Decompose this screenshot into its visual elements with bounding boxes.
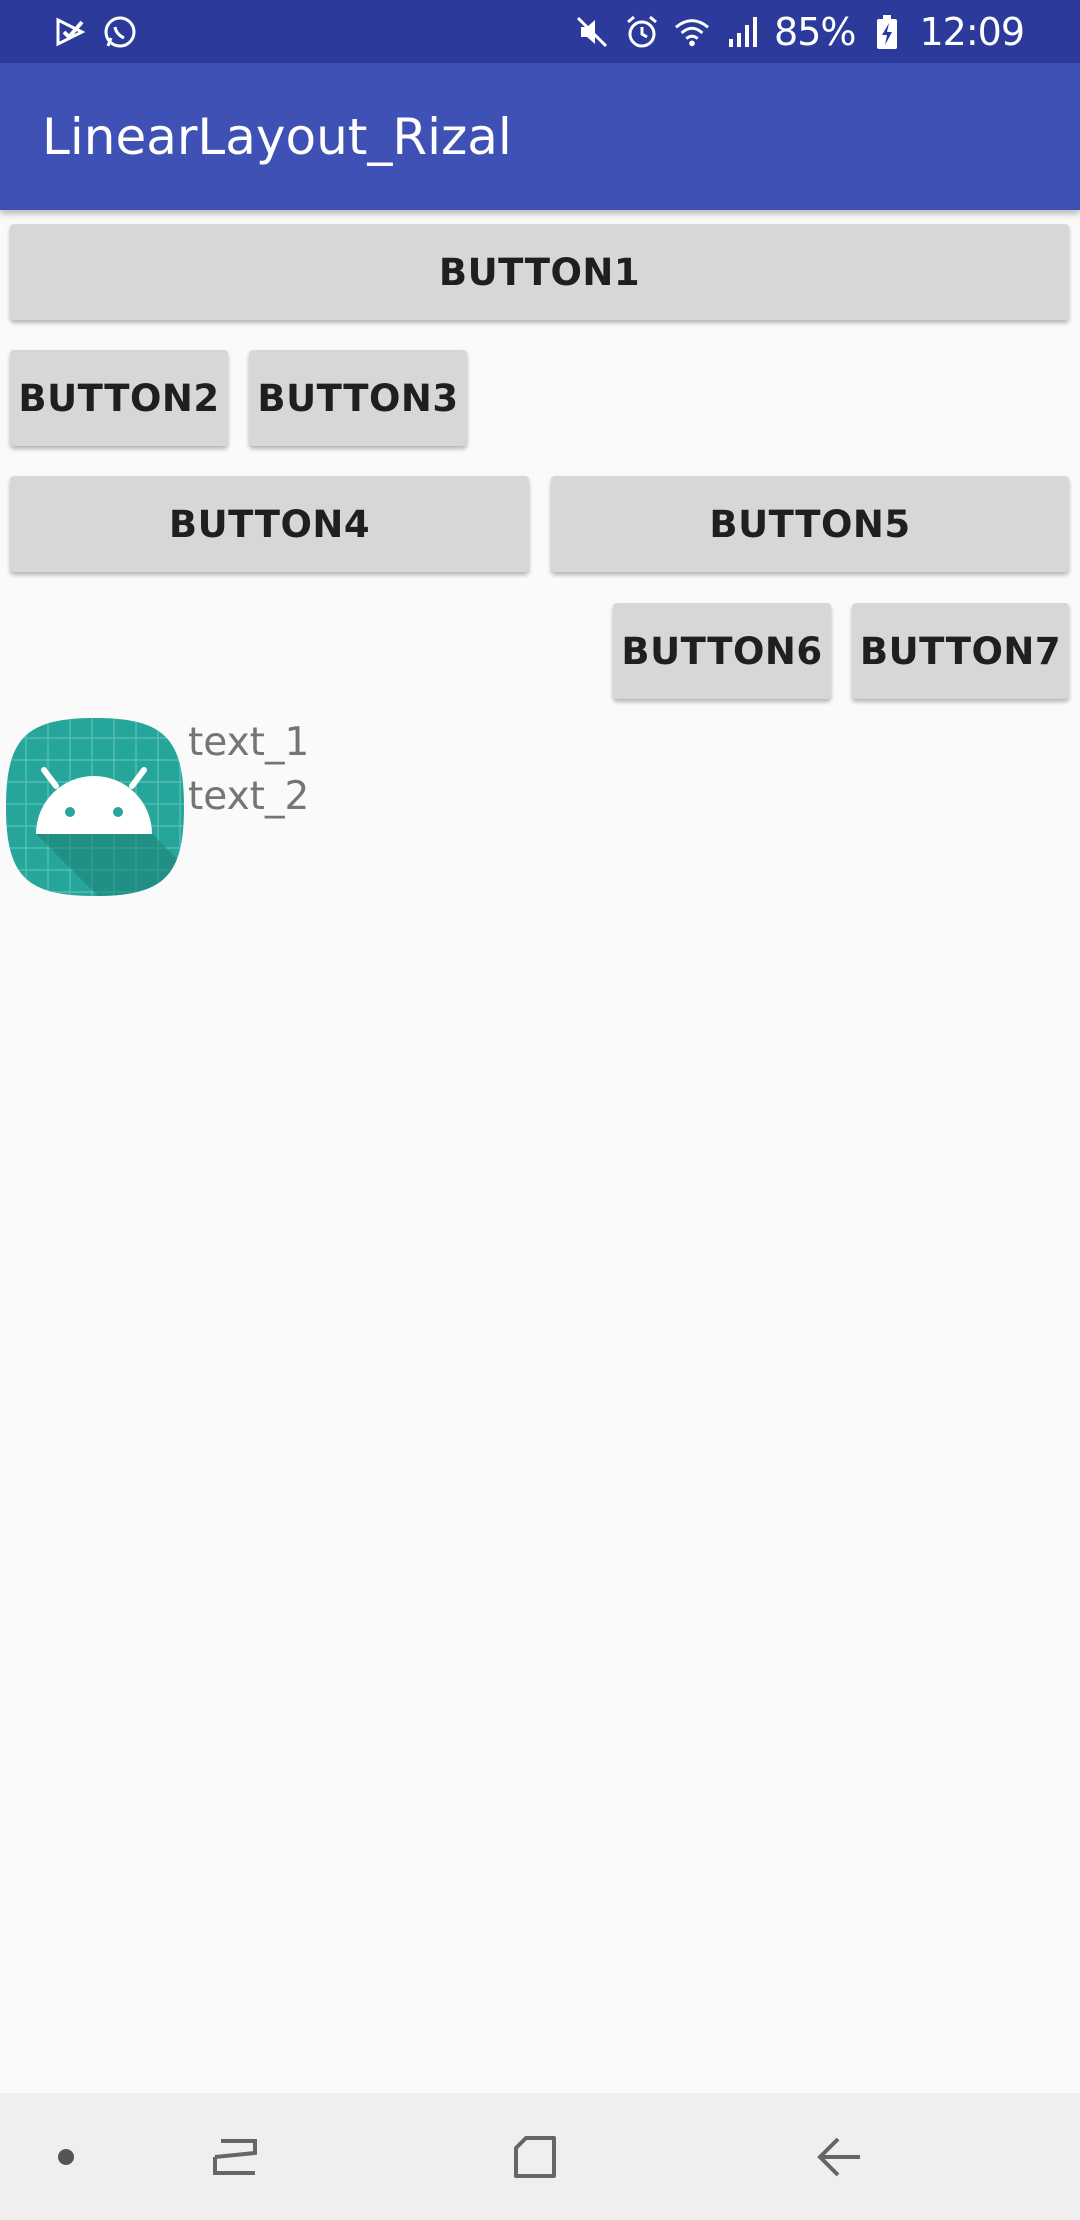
battery-percent: 85% (774, 9, 856, 54)
status-bar: 85% 12:09 (0, 0, 1080, 63)
back-icon[interactable] (795, 2093, 885, 2220)
status-bar-left (52, 14, 138, 50)
navigation-bar (0, 2093, 1080, 2220)
app-title: LinearLayout_Rizal (42, 107, 512, 166)
android-launcher-icon (4, 716, 186, 898)
whatsapp-icon (102, 14, 138, 50)
text-1: text_1 (188, 720, 310, 765)
button2[interactable]: BUTTON2 (10, 350, 228, 446)
text-2: text_2 (188, 774, 310, 819)
wifi-icon (674, 14, 710, 50)
button4[interactable]: BUTTON4 (10, 476, 529, 572)
button6[interactable]: BUTTON6 (613, 603, 831, 699)
signal-icon (724, 14, 760, 50)
dot-icon[interactable] (25, 2093, 107, 2220)
clock: 12:09 (919, 9, 1025, 54)
status-bar-right: 85% 12:09 (574, 9, 1025, 54)
button5[interactable]: BUTTON5 (551, 476, 1069, 572)
recents-icon[interactable] (190, 2093, 280, 2220)
button7[interactable]: BUTTON7 (852, 603, 1069, 699)
mute-icon (574, 14, 610, 50)
battery-charging-icon (869, 14, 905, 50)
app-bar: LinearLayout_Rizal (0, 63, 1080, 210)
play-check-icon (52, 14, 88, 50)
button1[interactable]: BUTTON1 (10, 224, 1069, 320)
button3[interactable]: BUTTON3 (249, 350, 467, 446)
home-icon[interactable] (490, 2093, 580, 2220)
alarm-icon (624, 14, 660, 50)
